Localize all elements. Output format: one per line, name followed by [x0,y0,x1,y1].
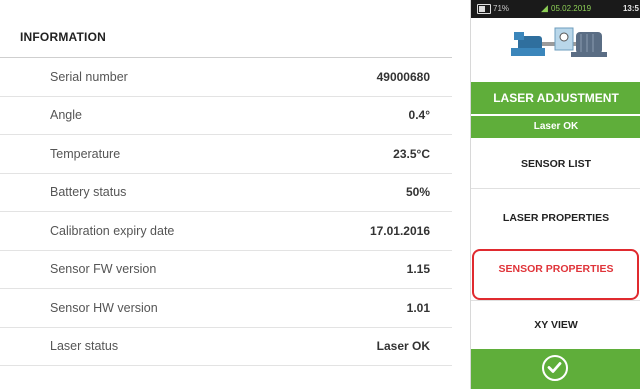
status-time: 13:5 [622,4,639,13]
info-row-serial-number: Serial number 49000680 [0,58,452,97]
info-row-laser-status: Laser status Laser OK [0,328,452,366]
selection-highlight-frame [472,249,639,300]
info-value: 49000680 [376,69,430,84]
laser-adjustment-button[interactable]: LASER ADJUSTMENT [471,82,640,114]
status-date: 05.02.2019 [551,4,592,13]
checkmark-icon [542,355,568,381]
side-menu: 71% ◢ 05.02.2019 13:5 LASER ADJUSTMENT L… [470,0,640,389]
info-row-sensor-hw: Sensor HW version 1.01 [0,289,452,328]
info-label: Sensor HW version [50,300,158,315]
info-row-temperature: Temperature 23.5°C [0,135,452,174]
info-row-calibration-expiry: Calibration expiry date 17.01.2016 [0,212,452,251]
info-value: 17.01.2016 [369,223,430,238]
info-row-battery-status: Battery status 50% [0,174,452,212]
info-label: Temperature [50,146,121,161]
info-value: 23.5°C [393,146,430,161]
sensor-list-button[interactable]: SENSOR LIST [471,140,640,189]
info-label: Laser status [50,339,119,354]
information-title: INFORMATION [20,30,106,44]
info-label: Angle [50,108,82,123]
battery-icon [477,4,491,14]
laser-status-badge: Laser OK [471,116,640,138]
info-label: Sensor FW version [50,262,157,277]
machine-train-graphic [511,27,607,57]
info-label: Battery status [50,185,127,200]
info-label: Calibration expiry date [50,223,175,238]
info-row-sensor-fw: Sensor FW version 1.15 [0,251,452,289]
info-value: Laser OK [376,339,430,354]
machine-train-icon[interactable] [471,18,640,58]
info-row-angle: Angle 0.4° [0,97,452,135]
information-panel: INFORMATION Serial number 49000680 Angle… [0,0,462,389]
confirm-button[interactable] [471,349,640,389]
battery-level: 71% [493,4,510,13]
laser-properties-button[interactable]: LASER PROPERTIES [471,190,640,247]
info-label: Serial number [50,69,128,84]
info-table: Serial number 49000680 Angle 0.4° Temper… [0,58,452,366]
info-value: 1.15 [406,262,430,277]
info-value: 0.4° [408,108,430,123]
info-value: 50% [405,185,430,200]
status-bar: 71% ◢ 05.02.2019 13:5 [471,0,640,18]
info-value: 1.01 [406,300,430,315]
signal-icon: ◢ [541,3,548,13]
xy-view-button[interactable]: XY VIEW [471,300,640,349]
